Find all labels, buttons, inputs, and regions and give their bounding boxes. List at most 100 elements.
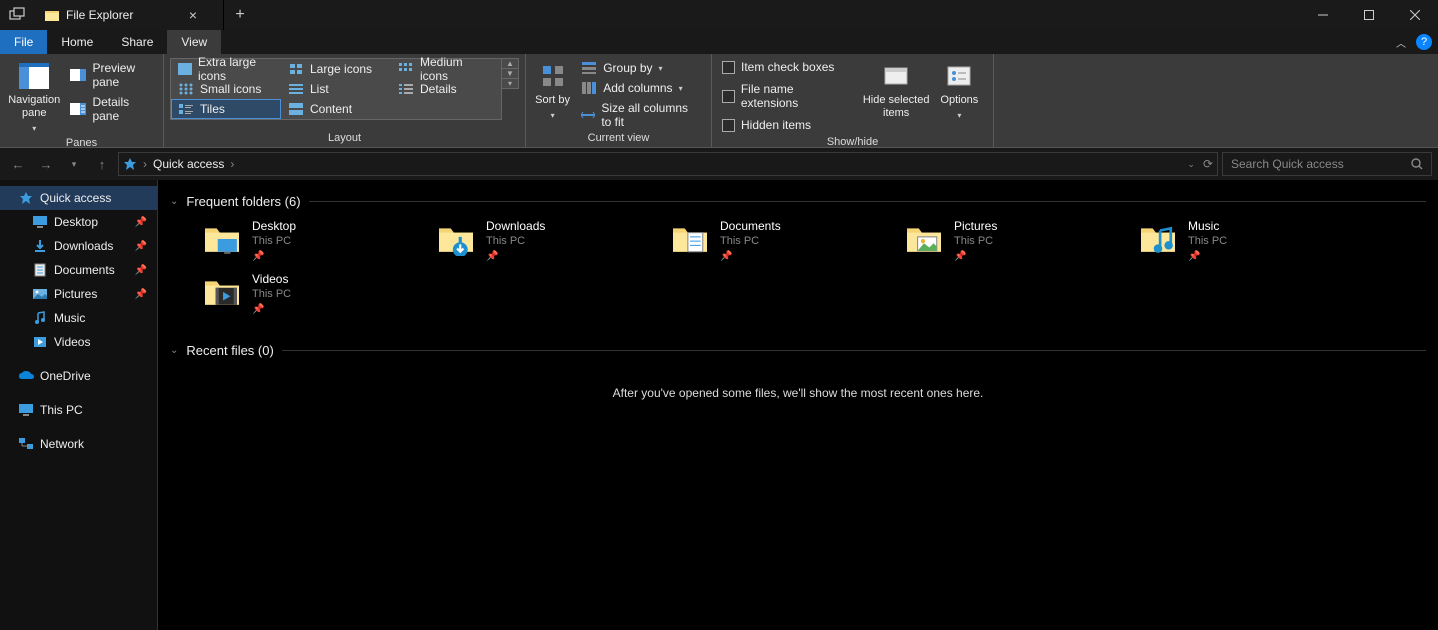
- navigation-pane-button[interactable]: Navigation pane ▾: [6, 58, 62, 135]
- navigation-row: ← → ▾ ↑ › Quick access› ⌄ ⟳ Search Quick…: [0, 148, 1438, 180]
- frequent-folders-header[interactable]: ⌄ Frequent folders (6): [170, 194, 1426, 209]
- preview-pane-button[interactable]: Preview pane: [66, 60, 157, 90]
- tree-this-pc[interactable]: This PC: [0, 398, 157, 422]
- breadcrumb-item[interactable]: Quick access›: [153, 157, 234, 171]
- folder-tile-music[interactable]: MusicThis PC📌: [1136, 217, 1364, 264]
- layout-option-label: Small icons: [200, 82, 261, 96]
- collapse-ribbon-button[interactable]: ︿: [1392, 35, 1410, 50]
- folder-tile-desktop[interactable]: Desktop This PC 📌: [200, 217, 428, 264]
- layout-option-large-icons[interactable]: Large icons: [281, 59, 391, 79]
- folder-name: Videos: [252, 272, 291, 286]
- details-pane-button[interactable]: Details pane: [66, 94, 157, 124]
- titlebar: File Explorer × +: [0, 0, 1438, 30]
- recent-files-header[interactable]: ⌄ Recent files (0): [170, 343, 1426, 358]
- tree-onedrive[interactable]: OneDrive: [0, 364, 157, 388]
- address-bar[interactable]: › Quick access› ⌄ ⟳: [118, 152, 1218, 176]
- tab-view[interactable]: View: [167, 30, 221, 54]
- multitask-icon[interactable]: [0, 7, 34, 23]
- recent-locations-button[interactable]: ▾: [62, 152, 86, 176]
- chevron-right-icon: ›: [143, 157, 147, 171]
- tree-label: Desktop: [54, 215, 98, 229]
- tree-item-videos[interactable]: Videos: [0, 330, 157, 354]
- tree-item-pictures[interactable]: Pictures📌: [0, 282, 157, 306]
- group-by-icon: [581, 61, 597, 75]
- layout-group-label: Layout: [170, 130, 519, 145]
- hide-selected-icon: [880, 60, 912, 92]
- layout-scroll-down[interactable]: ▼: [502, 69, 518, 79]
- folder-tile-pictures[interactable]: PicturesThis PC📌: [902, 217, 1130, 264]
- hidden-items-toggle[interactable]: Hidden items: [718, 116, 857, 134]
- size-columns-button[interactable]: Size all columns to fit: [577, 100, 705, 130]
- tree-item-desktop[interactable]: Desktop📌: [0, 210, 157, 234]
- chevron-right-icon: ›: [230, 157, 234, 171]
- maximize-button[interactable]: [1346, 0, 1392, 30]
- tree-network[interactable]: Network: [0, 432, 157, 456]
- chevron-down-icon: ▾: [659, 64, 663, 73]
- hide-selected-button[interactable]: Hide selected items: [861, 58, 932, 120]
- details-pane-icon: [70, 102, 86, 116]
- details-pane-label: Details pane: [92, 95, 153, 123]
- window-tab[interactable]: File Explorer ×: [34, 0, 224, 30]
- layout-scroll-more[interactable]: ▾: [502, 79, 518, 88]
- tab-close-button[interactable]: ×: [177, 7, 209, 23]
- tab-share[interactable]: Share: [107, 30, 167, 54]
- back-button[interactable]: ←: [6, 152, 30, 176]
- tab-file[interactable]: File: [0, 30, 47, 54]
- pin-icon: 📌: [486, 251, 545, 262]
- tree-item-music[interactable]: Music: [0, 306, 157, 330]
- options-label: Options: [940, 94, 978, 107]
- close-button[interactable]: [1392, 0, 1438, 30]
- explorer-icon: [44, 7, 60, 23]
- search-input[interactable]: Search Quick access: [1222, 152, 1432, 176]
- layout-selector[interactable]: Extra large iconsLarge iconsMedium icons…: [170, 58, 502, 120]
- folder-icon: [202, 219, 242, 259]
- tree-item-documents[interactable]: Documents📌: [0, 258, 157, 282]
- up-button[interactable]: ↑: [90, 152, 114, 176]
- layout-option-extra-large-icons[interactable]: Extra large icons: [171, 59, 281, 79]
- layout-scroll-up[interactable]: ▲: [502, 59, 518, 69]
- monitor-icon: [18, 402, 34, 418]
- item-checkboxes-toggle[interactable]: Item check boxes: [718, 58, 857, 76]
- folder-location: This PC: [252, 288, 291, 300]
- tree-label: Network: [40, 437, 84, 451]
- tree-label: Downloads: [54, 239, 113, 253]
- help-button[interactable]: ?: [1416, 34, 1432, 50]
- layout-option-details[interactable]: Details: [391, 79, 501, 99]
- folder-tile-videos[interactable]: VideosThis PC📌: [200, 270, 428, 317]
- layout-option-small-icons[interactable]: Small icons: [171, 79, 281, 99]
- group-by-button[interactable]: Group by ▾: [577, 60, 705, 76]
- folder-tile-downloads[interactable]: DownloadsThis PC📌: [434, 217, 662, 264]
- new-tab-button[interactable]: +: [224, 6, 256, 24]
- layout-scroll[interactable]: ▲ ▼ ▾: [502, 58, 519, 89]
- folder-tile-documents[interactable]: DocumentsThis PC📌: [668, 217, 896, 264]
- sort-by-button[interactable]: Sort by ▾: [532, 58, 573, 122]
- size-columns-label: Size all columns to fit: [601, 101, 701, 129]
- options-button[interactable]: Options ▾: [932, 58, 987, 122]
- folder-name: Desktop: [252, 219, 296, 233]
- address-dropdown-button[interactable]: ⌄: [1187, 159, 1195, 170]
- show-hide-group-label: Show/hide: [718, 134, 987, 149]
- checkbox-icon: [722, 119, 735, 132]
- layout-option-icon: [398, 82, 414, 96]
- layout-option-tiles[interactable]: Tiles: [171, 99, 281, 119]
- minimize-button[interactable]: [1300, 0, 1346, 30]
- layout-option-content[interactable]: Content: [281, 99, 391, 119]
- file-extensions-toggle[interactable]: File name extensions: [718, 80, 857, 112]
- tree-item-downloads[interactable]: Downloads 📌: [0, 234, 157, 258]
- add-columns-button[interactable]: Add columns ▾: [577, 80, 705, 96]
- forward-button[interactable]: →: [34, 152, 58, 176]
- layout-option-medium-icons[interactable]: Medium icons: [391, 59, 501, 79]
- folder-location: This PC: [252, 235, 296, 247]
- pin-icon: 📌: [135, 241, 147, 252]
- main-area: Quick access Desktop📌Downloads📌Documents…: [0, 180, 1438, 630]
- layout-option-list[interactable]: List: [281, 79, 391, 99]
- tree-quick-access[interactable]: Quick access: [0, 186, 157, 210]
- tree-label: Pictures: [54, 287, 97, 301]
- folder-icon: [670, 219, 710, 259]
- refresh-button[interactable]: ⟳: [1203, 157, 1213, 171]
- tree-label: OneDrive: [40, 369, 91, 383]
- chevron-down-icon: ▾: [32, 122, 36, 135]
- folder-location: This PC: [954, 235, 997, 247]
- pin-icon: 📌: [252, 251, 296, 262]
- tab-home[interactable]: Home: [47, 30, 107, 54]
